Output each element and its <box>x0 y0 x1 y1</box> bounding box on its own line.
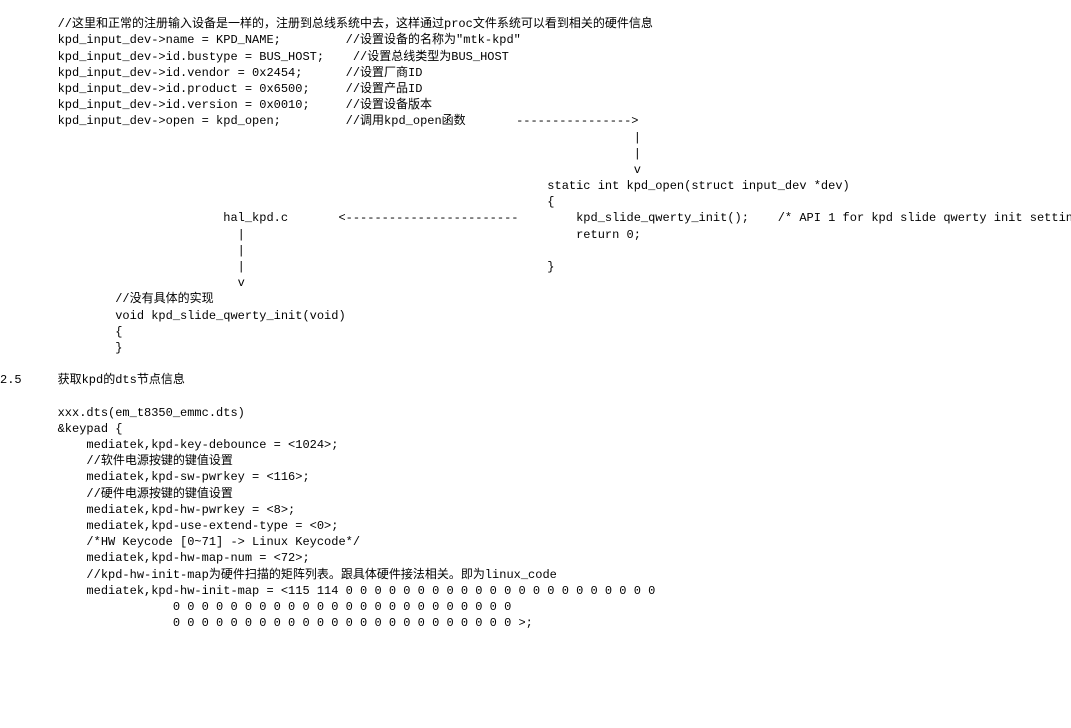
code-block: //这里和正常的注册输入设备是一样的，注册到总线系统中去，这样通过proc文件系… <box>0 16 1071 631</box>
code-text: //这里和正常的注册输入设备是一样的，注册到总线系统中去，这样通过proc文件系… <box>0 17 1071 630</box>
